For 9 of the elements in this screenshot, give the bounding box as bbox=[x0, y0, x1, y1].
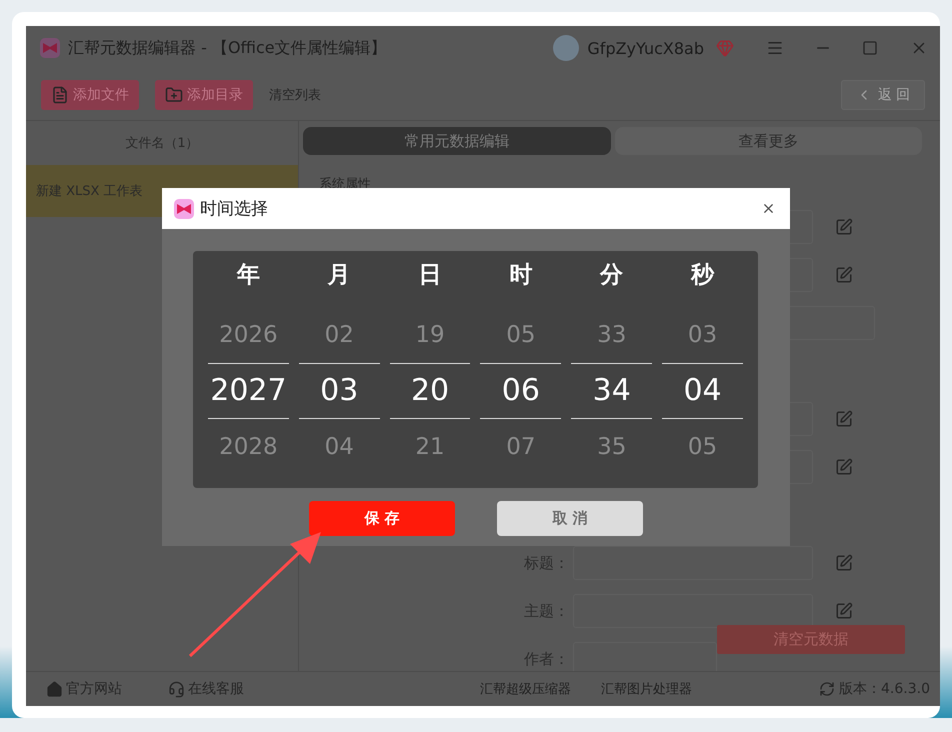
column-heading: 日 bbox=[418, 261, 442, 290]
dialog-title: 时间选择 bbox=[200, 198, 269, 220]
user-name: GfpZyYucX8ab bbox=[587, 38, 704, 58]
column-heading: 时 bbox=[509, 261, 532, 290]
column-heading: 分 bbox=[600, 261, 624, 290]
column-heading: 年 bbox=[236, 261, 260, 290]
window-title: 汇帮元数据编辑器 - 【Office文件属性编辑】 bbox=[68, 38, 388, 58]
column-heading: 秒 bbox=[691, 261, 714, 290]
column-heading: 月 bbox=[328, 261, 351, 290]
